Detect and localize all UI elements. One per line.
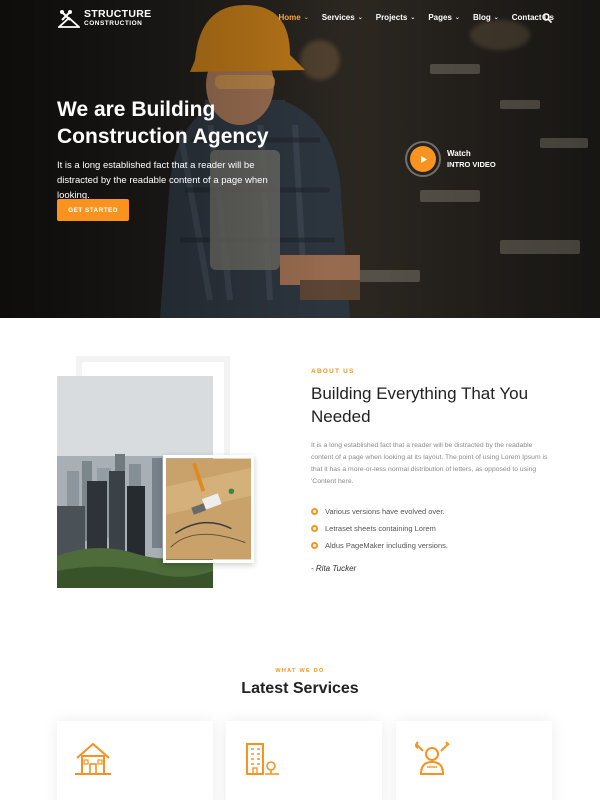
nav-item-label: Services bbox=[321, 13, 355, 22]
list-item-text: Aldus PageMaker including versions. bbox=[325, 541, 448, 550]
hero-title: We are Building Construction Agency bbox=[57, 98, 269, 148]
nav-item-label: Projects bbox=[375, 13, 408, 22]
about-eyebrow: ABOUT US bbox=[311, 368, 355, 375]
chevron-down-icon: ⌄ bbox=[357, 15, 363, 21]
brand-logo[interactable]: STRUCTURE CONSTRUCTION bbox=[58, 8, 151, 28]
chevron-down-icon: ⌄ bbox=[493, 15, 499, 21]
service-card[interactable] bbox=[57, 721, 213, 800]
nav-item-services[interactable]: Services ⌄ bbox=[322, 13, 363, 22]
feature-checklist: Various versions have evolved over. Letr… bbox=[311, 503, 448, 554]
services-title: Latest Services bbox=[241, 680, 359, 697]
chevron-down-icon: ⌄ bbox=[454, 15, 460, 21]
hero-section: STRUCTURE CONSTRUCTION Home ⌄ Services ⌄… bbox=[0, 0, 600, 318]
service-card[interactable] bbox=[226, 721, 382, 800]
nav-item-label: Home bbox=[278, 13, 301, 22]
search-icon[interactable] bbox=[542, 13, 552, 23]
nav-item-pages[interactable]: Pages ⌄ bbox=[428, 13, 460, 22]
nav-item-label: Blog bbox=[472, 13, 491, 22]
list-item: Various versions have evolved over. bbox=[311, 503, 448, 520]
about-title: Building Everything That You Needed bbox=[311, 384, 529, 426]
about-section: ABOUT US Building Everything That You Ne… bbox=[0, 318, 600, 638]
chevron-down-icon: ⌄ bbox=[303, 15, 309, 21]
bullet-icon bbox=[311, 508, 318, 515]
list-item-text: Various versions have evolved over. bbox=[325, 507, 445, 516]
list-item: Aldus PageMaker including versions. bbox=[311, 537, 448, 554]
bullet-icon bbox=[311, 542, 318, 549]
brand-subtitle: CONSTRUCTION bbox=[84, 19, 143, 27]
brand-name: STRUCTURE CONSTRUCTION bbox=[84, 9, 151, 27]
building-icon bbox=[246, 743, 279, 775]
house-icon bbox=[75, 742, 111, 775]
nav-item-blog[interactable]: Blog ⌄ bbox=[473, 13, 499, 22]
get-started-button[interactable]: GET STARTED bbox=[57, 199, 129, 221]
video-intro-text: INTRO VIDEO bbox=[447, 160, 496, 169]
video-label: Watch INTRO VIDEO bbox=[447, 148, 496, 170]
intro-video-button[interactable]: Watch INTRO VIDEO bbox=[405, 141, 496, 177]
list-item-text: Letraset sheets containing Lorem bbox=[325, 524, 436, 533]
services-eyebrow: WHAT WE DO bbox=[275, 668, 325, 674]
list-item: Letraset sheets containing Lorem bbox=[311, 520, 448, 537]
author-signature: - Rita Tucker bbox=[311, 564, 357, 573]
brand-title: STRUCTURE bbox=[84, 8, 152, 20]
video-watch-text: Watch bbox=[447, 149, 471, 158]
play-button-ring bbox=[405, 141, 441, 177]
logo-icon bbox=[58, 10, 80, 28]
main-menu: Home ⌄ Services ⌄ Projects ⌄ Pages ⌄ Blo… bbox=[266, 13, 554, 22]
service-card[interactable] bbox=[396, 721, 552, 800]
chevron-down-icon: ⌄ bbox=[410, 15, 416, 21]
construction-site-image bbox=[163, 455, 254, 563]
nav-item-home[interactable]: Home ⌄ bbox=[279, 13, 309, 22]
worker-tools-icon bbox=[415, 741, 450, 775]
play-button bbox=[410, 146, 436, 172]
nav-item-projects[interactable]: Projects ⌄ bbox=[376, 13, 416, 22]
top-navigation: STRUCTURE CONSTRUCTION Home ⌄ Services ⌄… bbox=[0, 0, 600, 38]
nav-item-label: Pages bbox=[428, 13, 452, 22]
bullet-icon bbox=[311, 525, 318, 532]
about-description: It is a long established fact that a rea… bbox=[311, 442, 548, 485]
hero-description: It is a long established fact that a rea… bbox=[57, 160, 268, 201]
play-icon bbox=[420, 155, 427, 163]
